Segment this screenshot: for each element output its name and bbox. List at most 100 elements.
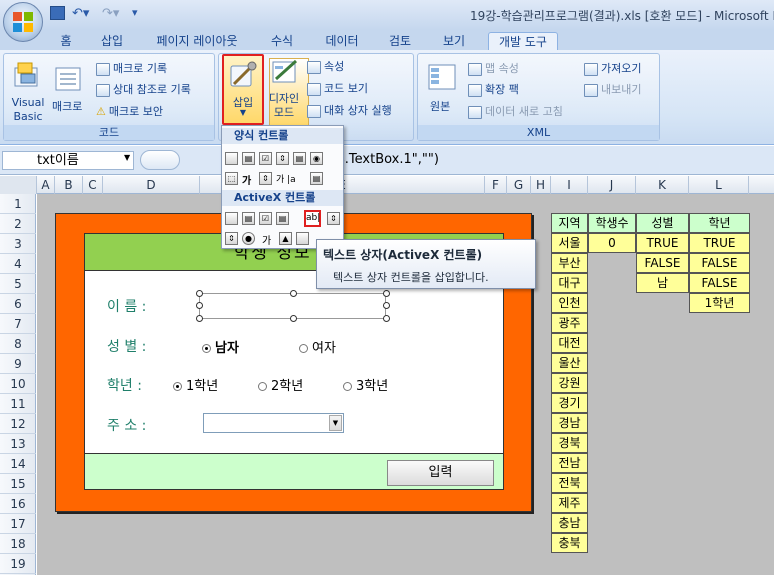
column-header[interactable]: I: [551, 176, 588, 194]
tab-page-layout[interactable]: 페이지 레이아웃: [150, 32, 244, 50]
relative-reference-button[interactable]: 상대 참조로 기록: [96, 81, 191, 97]
region-cell[interactable]: 제주: [551, 493, 588, 513]
region-cell[interactable]: 전남: [551, 453, 588, 473]
customize-toolbar-icon[interactable]: ▾: [132, 6, 138, 19]
submit-button[interactable]: 입력: [387, 460, 494, 486]
resize-handle[interactable]: [383, 290, 390, 297]
tab-home[interactable]: 홈: [52, 32, 80, 50]
row-header[interactable]: 3: [0, 234, 36, 254]
toggle-button-icon[interactable]: [296, 232, 309, 245]
resize-handle[interactable]: [383, 315, 390, 322]
image-icon[interactable]: ▲: [279, 232, 292, 245]
row-header[interactable]: 8: [0, 334, 36, 354]
import-button[interactable]: 가져오기: [584, 60, 641, 76]
view-code-button[interactable]: 코드 보기: [307, 80, 368, 96]
tab-formulas[interactable]: 수식: [266, 32, 298, 50]
region-cell[interactable]: 충북: [551, 533, 588, 553]
group-box-icon[interactable]: ⬚: [225, 172, 238, 185]
select-all-corner[interactable]: [0, 176, 37, 194]
column-header[interactable]: L: [689, 176, 749, 194]
grade-value-cell[interactable]: FALSE: [689, 253, 750, 273]
label-control-icon[interactable]: 가: [242, 172, 251, 187]
grade-value-cell[interactable]: TRUE: [689, 233, 750, 253]
column-header[interactable]: K: [636, 176, 689, 194]
row-header[interactable]: 4: [0, 254, 36, 274]
column-header[interactable]: C: [83, 176, 103, 194]
radio-female[interactable]: 여자: [299, 337, 336, 356]
refresh-data-button[interactable]: 데이터 새로 고침: [468, 103, 563, 119]
chevron-down-icon[interactable]: ▼: [329, 415, 342, 431]
macro-button[interactable]: 매크로: [52, 98, 82, 114]
radio-male[interactable]: 남자: [202, 337, 239, 356]
column-header[interactable]: H: [531, 176, 551, 194]
activex-label-icon[interactable]: 가: [262, 232, 271, 247]
column-header[interactable]: G: [507, 176, 531, 194]
text-field-icon[interactable]: 가 |a: [276, 172, 296, 185]
expansion-packs-button[interactable]: 확장 팩: [468, 81, 519, 97]
region-cell[interactable]: 서울: [551, 233, 588, 253]
spin-button-icon[interactable]: ⇕: [276, 152, 289, 165]
grade-value-cell[interactable]: FALSE: [689, 273, 750, 293]
row-header[interactable]: 13: [0, 434, 36, 454]
region-cell[interactable]: 광주: [551, 313, 588, 333]
run-dialog-button[interactable]: 대화 상자 실행: [307, 102, 392, 118]
row-header[interactable]: 11: [0, 394, 36, 414]
row-header[interactable]: 5: [0, 274, 36, 294]
redo-icon[interactable]: ↷▾: [102, 6, 119, 21]
xml-source-button[interactable]: 원본: [430, 98, 450, 114]
scroll-bar-icon[interactable]: ⇕: [327, 212, 340, 225]
option-button-icon[interactable]: ●: [242, 232, 255, 245]
office-button[interactable]: [3, 2, 43, 42]
combo-box-icon[interactable]: ▤: [242, 152, 255, 165]
row-header[interactable]: 7: [0, 314, 36, 334]
row-header[interactable]: 16: [0, 494, 36, 514]
resize-handle[interactable]: [196, 302, 203, 309]
address-combobox[interactable]: ▼: [203, 413, 344, 433]
checkbox-icon[interactable]: ☑: [259, 152, 272, 165]
region-cell[interactable]: 경북: [551, 433, 588, 453]
tab-data[interactable]: 데이터: [320, 32, 364, 50]
row-header[interactable]: 17: [0, 514, 36, 534]
activex-list-box-icon[interactable]: ▤: [276, 212, 289, 225]
gender-value-cell[interactable]: TRUE: [636, 233, 689, 253]
radio-grade-3[interactable]: 3학년: [343, 375, 388, 394]
resize-handle[interactable]: [196, 290, 203, 297]
row-header[interactable]: 15: [0, 474, 36, 494]
column-header[interactable]: A: [37, 176, 55, 194]
tab-insert[interactable]: 삽입: [96, 32, 128, 50]
visual-basic-button[interactable]: Visual Basic: [11, 96, 45, 124]
button-control-icon[interactable]: [225, 152, 238, 165]
region-cell[interactable]: 전북: [551, 473, 588, 493]
grade-value-cell[interactable]: 1학년: [689, 293, 750, 313]
resize-handle[interactable]: [196, 315, 203, 322]
macro-security-button[interactable]: ⚠ 매크로 보안: [96, 103, 163, 119]
row-header[interactable]: 14: [0, 454, 36, 474]
resize-handle[interactable]: [290, 290, 297, 297]
spin-button-icon[interactable]: ⇕: [225, 232, 238, 245]
row-header[interactable]: 1: [0, 194, 36, 214]
tab-view[interactable]: 보기: [438, 32, 470, 50]
row-header[interactable]: 12: [0, 414, 36, 434]
list-box-icon[interactable]: ▤: [293, 152, 306, 165]
save-icon[interactable]: [50, 6, 65, 20]
region-cell[interactable]: 울산: [551, 353, 588, 373]
region-cell[interactable]: 강원: [551, 373, 588, 393]
tab-review[interactable]: 검토: [384, 32, 416, 50]
column-header[interactable]: B: [55, 176, 83, 194]
formula-input[interactable]: s.TextBox.1",""): [338, 152, 439, 167]
function-button[interactable]: [140, 150, 180, 170]
region-cell[interactable]: 충남: [551, 513, 588, 533]
row-header[interactable]: 19: [0, 554, 36, 574]
text-box-icon[interactable]: ab|: [304, 210, 321, 227]
export-button[interactable]: 내보내기: [584, 81, 641, 97]
activex-combo-box-icon[interactable]: ▤: [242, 212, 255, 225]
option-button-icon[interactable]: ◉: [310, 152, 323, 165]
resize-handle[interactable]: [290, 315, 297, 322]
row-header[interactable]: 9: [0, 354, 36, 374]
region-cell[interactable]: 대구: [551, 273, 588, 293]
name-box[interactable]: txt이름: [2, 151, 134, 170]
resize-handle[interactable]: [383, 302, 390, 309]
radio-grade-2[interactable]: 2학년: [258, 375, 303, 394]
row-header[interactable]: 6: [0, 294, 36, 314]
name-box-dropdown-icon[interactable]: ▼: [124, 153, 130, 162]
